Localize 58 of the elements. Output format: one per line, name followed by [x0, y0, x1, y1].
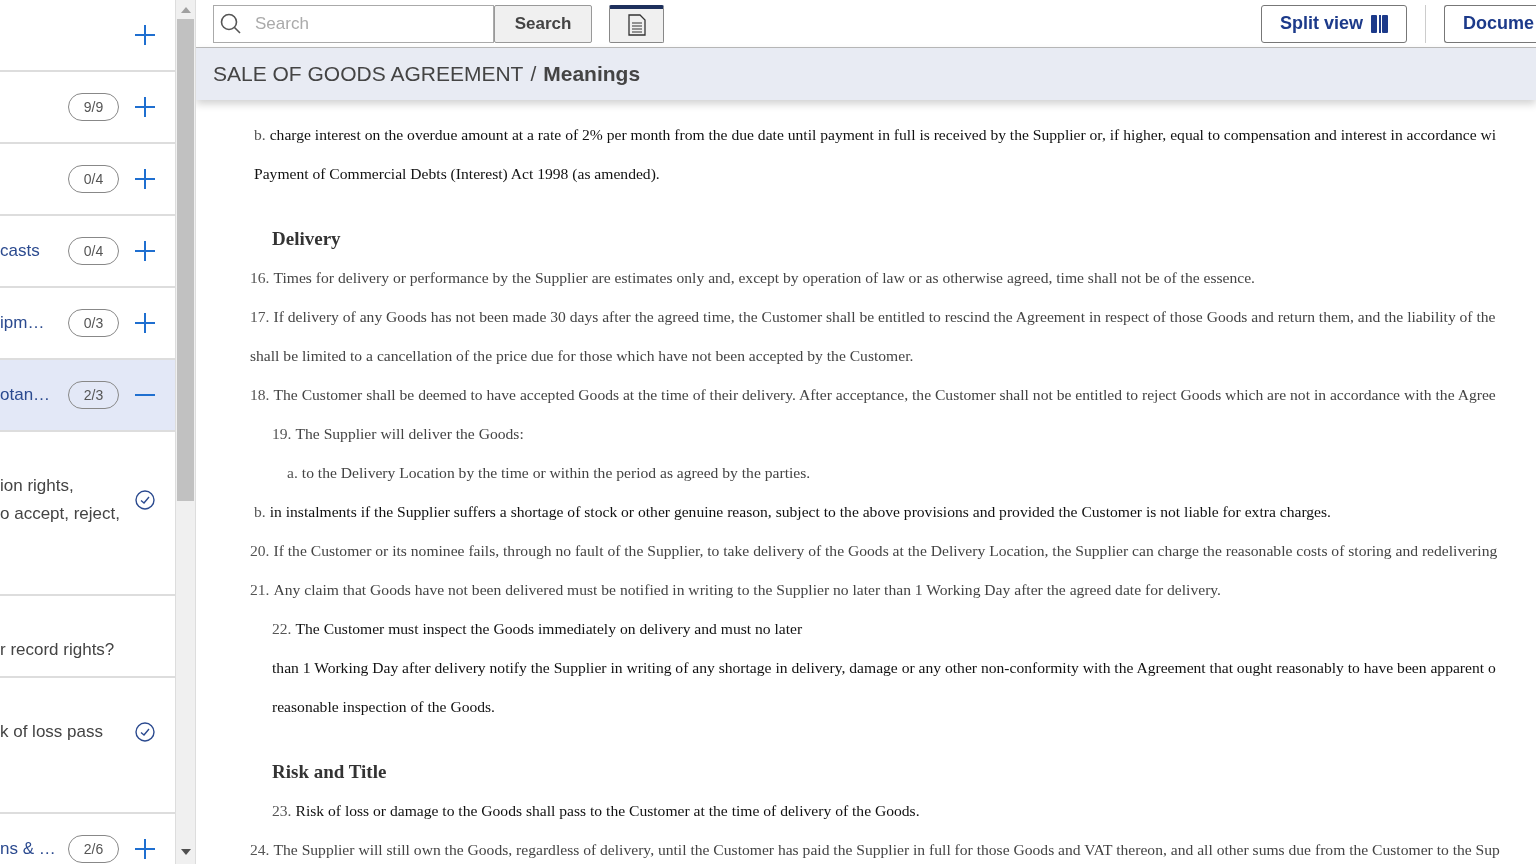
clause-number: 20. [250, 542, 270, 559]
clause-number: 22. [272, 620, 292, 637]
plus-icon[interactable] [135, 169, 155, 189]
document-line: 20. If the Customer or its nominee fails, through no fault of the Supplier, to take delivery of the Goods at the Delivery Location, the Supplier can charge the reasonable costs of storing and redelivering [249, 541, 1499, 561]
clause-number: 24. [250, 841, 270, 858]
search-icon [220, 12, 242, 35]
clause-number: 17. [250, 308, 270, 325]
document-line: 23. Risk of loss or damage to the Goods shall pass to the Customer at the time of delivery of the Goods. [271, 801, 921, 821]
document-view-button[interactable] [609, 4, 664, 43]
clause-number: b. [254, 126, 266, 143]
document-line: 19. The Supplier will deliver the Goods: [271, 424, 525, 444]
section-heading: Risk and Title [271, 760, 388, 784]
document-line: shall be limited to a cancellation of the price due for those which have not been accepted by the Customer. [249, 346, 915, 366]
plus-icon[interactable] [135, 97, 155, 117]
columns-icon [1371, 14, 1388, 33]
document-line: 16. Times for delivery or performance by the Supplier are estimates only and, except by operation of law or as otherwise agreed, time shall not be of the essence. [249, 268, 1256, 288]
question-text: r record rights? [0, 639, 116, 661]
plus-icon[interactable] [135, 25, 155, 45]
section-title: ns & … [0, 838, 57, 861]
question-text: ion rights, [0, 475, 75, 497]
scroll-down-icon[interactable] [180, 849, 191, 855]
clause-number: 21. [250, 581, 270, 598]
document-title[interactable]: SALE OF GOODS AGREEMENT [213, 58, 524, 90]
question-text: k of loss pass [0, 721, 104, 743]
clause-number: 18. [250, 386, 270, 403]
clause-number: 23. [272, 802, 292, 819]
document-line: 24. The Supplier will still own the Goods, regardless of delivery, until the Customer has paid the Supplier in full for those Goods and VAT thereon, and all other sums due from the Customer to the Sup [249, 840, 1501, 860]
section-row[interactable]: otan… 2/3 [0, 360, 175, 432]
breadcrumb-separator: / [530, 61, 537, 88]
clause-number: 16. [250, 269, 270, 286]
clause-number: 19. [272, 425, 292, 442]
document-line: than 1 Working Day after delivery notify the Supplier in writing of any shortage in delivery, damage or any other non-conformity with the Agreement that ought reasonably to have been apparent o [271, 658, 1497, 678]
section-title: otan… [0, 384, 52, 407]
section-title: casts [0, 240, 41, 263]
scrollbar-thumb[interactable] [177, 19, 194, 501]
document-icon [627, 14, 646, 36]
section-title: ipm… [0, 312, 46, 335]
document-line: reasonable inspection of the Goods. [271, 697, 497, 717]
current-section: Meanings [543, 58, 641, 90]
section-heading: Delivery [271, 227, 342, 251]
document-line: a. to the Delivery Location by the time or within the period as agreed by the parties. [286, 463, 812, 483]
document-line: b. in instalments if the Supplier suffers a shortage of stock or other genuine reason, subject to the above provisions and provided the Customer is not liable for extra charges. [253, 502, 1332, 522]
document-line: b. charge interest on the overdue amount at a rate of 2% per month from the due date until payment in full is received by the Supplier or, if higher, equal to compensation and interest in accordance wi [253, 125, 1498, 145]
question-text: o accept, reject, [0, 503, 121, 525]
plus-icon[interactable] [135, 839, 155, 859]
clause-number: a. [287, 464, 298, 481]
document-line: 21. Any claim that Goods have not been delivered must be notified in writing to the Supplier no later than 1 Working Day after the agreed date for delivery. [249, 580, 1223, 600]
document-line: 22. The Customer must inspect the Goods immediately on delivery and must no later [271, 619, 804, 639]
search-button[interactable]: Search [494, 4, 592, 43]
document-line: 18. The Customer shall be deemed to have accepted Goods at the time of their delivery. After acceptance, the Customer shall not be entitled to reject Goods which are not in accordance with the Agree [249, 385, 1497, 405]
document-line: Payment of Commercial Debts (Interest) Act 1998 (as amended). [253, 164, 661, 184]
plus-icon[interactable] [135, 313, 155, 333]
document-line: 17. If delivery of any Goods has not been made 30 days after the agreed time, the Customer shall be entitled to rescind the Agreement in respect of those Goods and return them, and the liability of the [249, 307, 1497, 327]
clause-number: b. [254, 503, 266, 520]
document-button[interactable]: Docume [1444, 4, 1536, 43]
split-view-button[interactable]: Split view [1260, 4, 1407, 43]
search-field[interactable]: Search [213, 4, 494, 43]
plus-icon[interactable] [135, 241, 155, 261]
